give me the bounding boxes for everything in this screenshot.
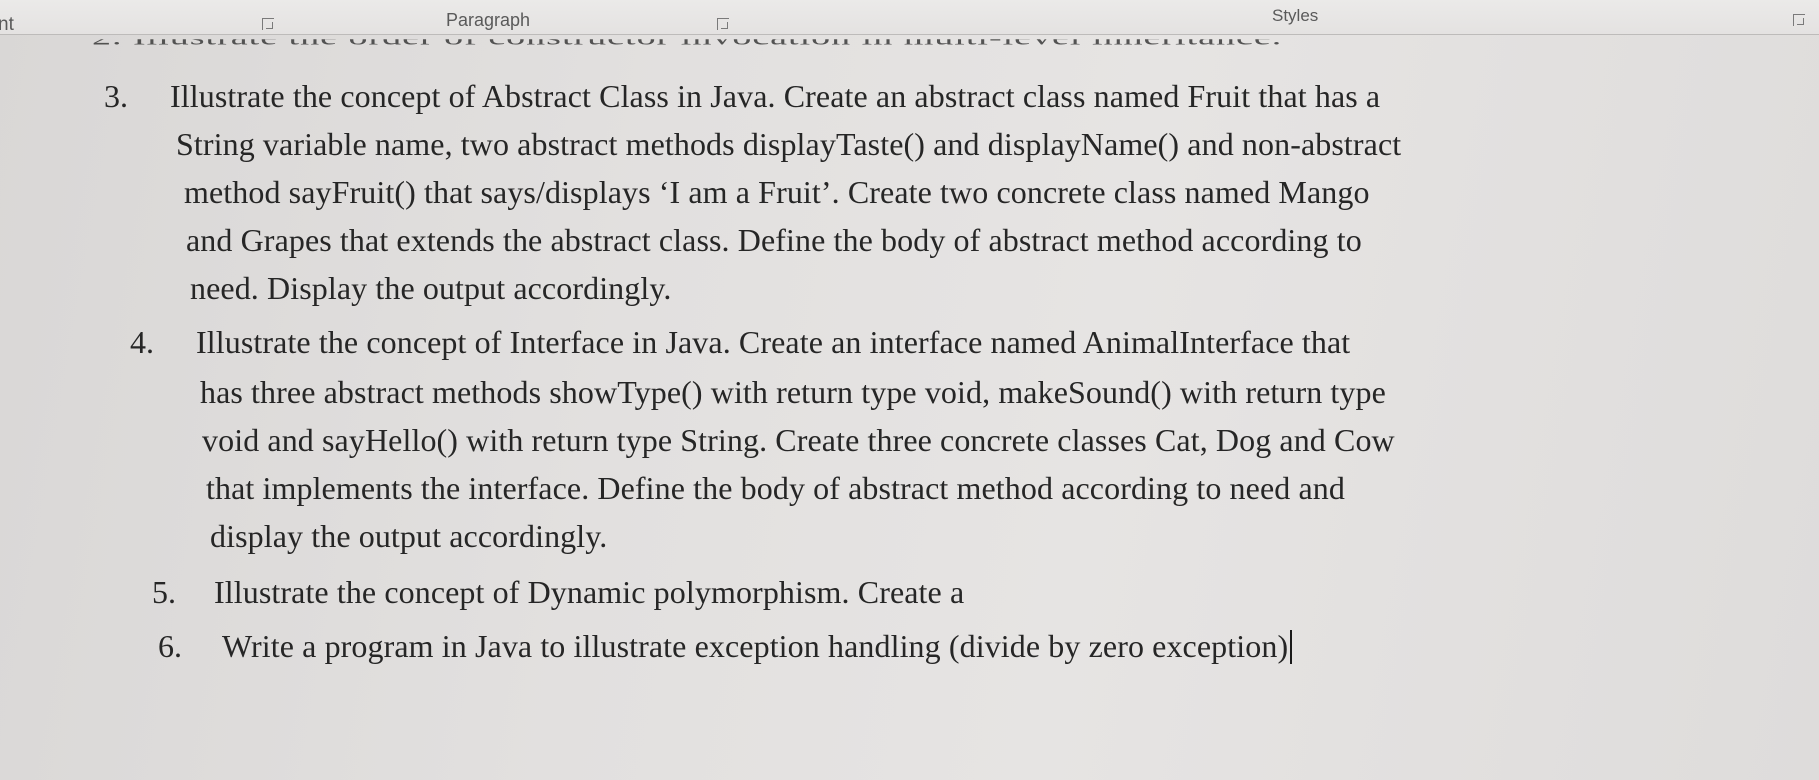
list-item-line: Illustrate the concept of Interface in J… [196, 324, 1351, 360]
paragraph-group-label: Paragraph [446, 10, 531, 30]
list-item-line: String variable name, two abstract metho… [176, 126, 1402, 162]
list-item-line: and Grapes that extends the abstract cla… [186, 222, 1362, 258]
list-item-line: that implements the interface. Define th… [206, 470, 1345, 506]
paragraph-dialog-launcher-icon[interactable] [717, 18, 729, 30]
list-item-line: void and sayHello() with return type Str… [202, 422, 1395, 458]
list-item-line: Illustrate the concept of Dynamic polymo… [214, 574, 965, 610]
text-cursor [1290, 630, 1293, 664]
document-page[interactable]: 2. Illustrate the order of constructor i… [0, 34, 1819, 780]
list-item-line: has three abstract methods showType() wi… [200, 374, 1386, 410]
list-item-line: need. Display the output accordingly. [190, 270, 672, 306]
list-item-line-with-cursor: Write a program in Java to illustrate ex… [222, 628, 1293, 665]
list-item-number: 6. [158, 628, 182, 664]
list-item-line: Write a program in Java to illustrate ex… [222, 628, 1289, 664]
list-item-number: 4. [130, 324, 154, 360]
list-item-number: 3. [104, 78, 128, 114]
font-group-label: nt [0, 14, 14, 35]
list-item-line: display the output accordingly. [210, 518, 608, 554]
styles-dialog-launcher-icon[interactable] [1793, 14, 1805, 26]
list-item-number: 5. [152, 574, 176, 610]
list-item-line: Illustrate the concept of Abstract Class… [170, 78, 1381, 114]
list-item-line: method sayFruit() that says/displays ‘I … [184, 174, 1370, 210]
ribbon-bar: nt Paragraph Styles [0, 0, 1819, 35]
font-dialog-launcher-icon[interactable] [262, 18, 274, 30]
styles-group-label: Styles [1272, 6, 1319, 25]
